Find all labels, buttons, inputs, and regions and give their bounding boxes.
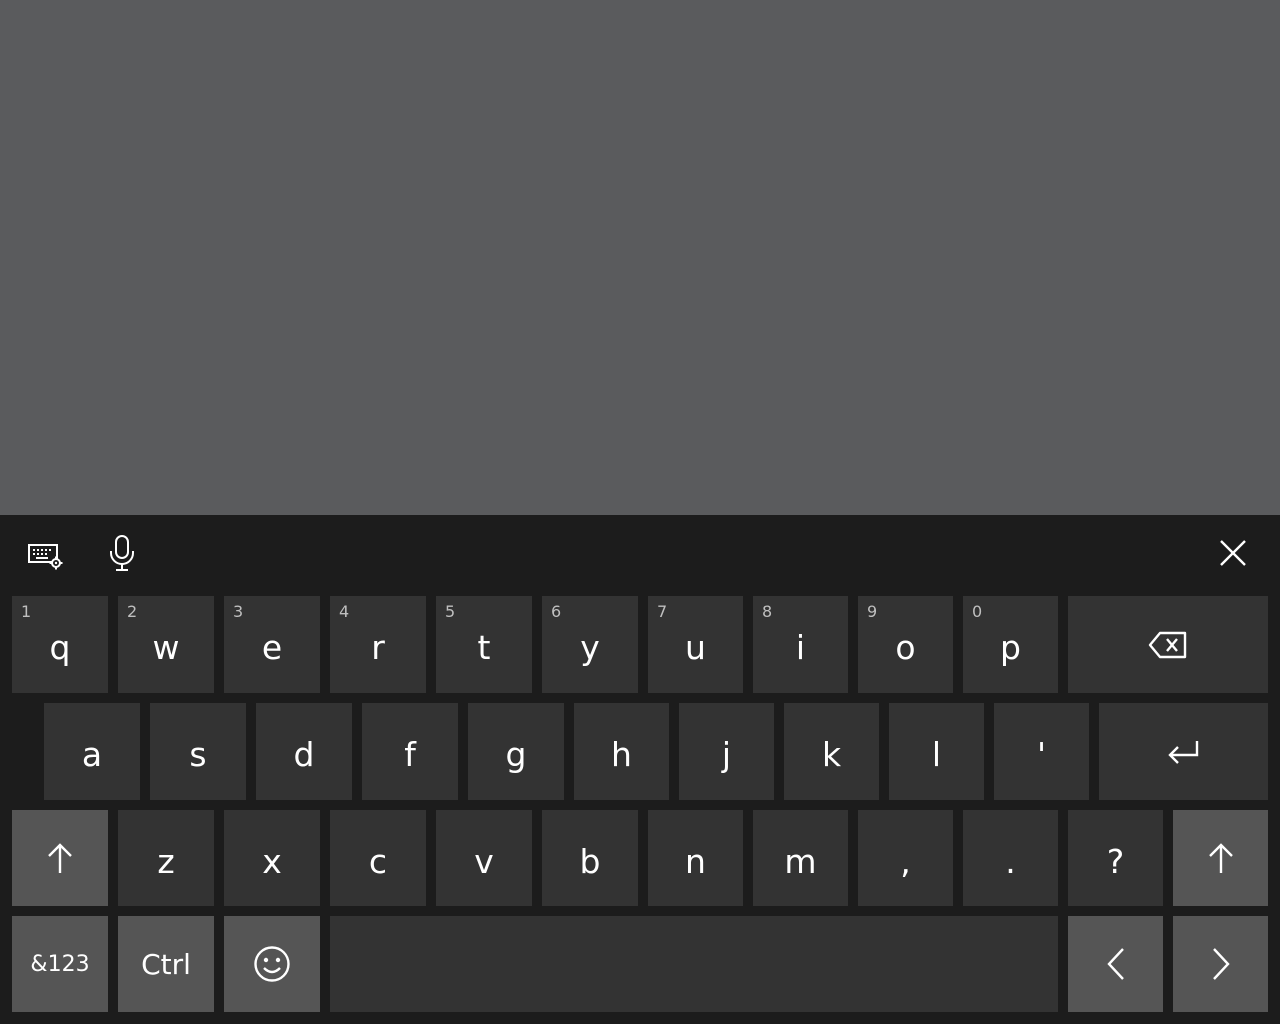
key-a[interactable]: a: [44, 703, 140, 800]
key-sublabel: 1: [21, 602, 32, 621]
key-label: g: [505, 735, 527, 774]
key-f[interactable]: f: [362, 703, 458, 800]
key-t[interactable]: 5 t: [436, 596, 532, 693]
key-label: x: [262, 841, 282, 881]
key-label: l: [931, 735, 942, 774]
key-sublabel: 2: [127, 602, 138, 621]
key-q[interactable]: 1 q: [12, 596, 108, 693]
key-h[interactable]: h: [574, 703, 669, 800]
key-sublabel: 4: [339, 602, 350, 621]
key-x[interactable]: x: [224, 810, 320, 906]
shift-key-left[interactable]: [12, 810, 108, 906]
symbols-key-label: &123: [30, 951, 90, 977]
key-e[interactable]: 3 e: [224, 596, 320, 693]
symbols-key[interactable]: &123: [12, 916, 108, 1012]
key-c[interactable]: c: [330, 810, 426, 906]
key-j[interactable]: j: [679, 703, 774, 800]
keyboard-settings-button[interactable]: [22, 533, 70, 575]
key-label: z: [157, 841, 175, 881]
key-label: ,: [900, 841, 911, 881]
key-label: s: [189, 735, 207, 774]
keyboard-settings-icon: [27, 538, 65, 570]
key-label: h: [611, 735, 632, 774]
key-sublabel: 9: [867, 602, 878, 621]
shift-arrow-icon: [46, 842, 74, 874]
key-g[interactable]: g: [468, 703, 564, 800]
key-label: v: [474, 841, 494, 881]
key-u[interactable]: 7 u: [648, 596, 743, 693]
key-d[interactable]: d: [256, 703, 352, 800]
key-label: t: [477, 628, 491, 667]
microphone-button[interactable]: [100, 531, 144, 575]
key-label: j: [721, 735, 732, 774]
key-label: r: [371, 628, 385, 667]
key-sublabel: 7: [657, 602, 668, 621]
key-period[interactable]: .: [963, 810, 1058, 906]
close-icon: [1219, 539, 1247, 567]
key-label: f: [404, 735, 416, 774]
key-label: a: [81, 735, 103, 774]
key-label: n: [685, 841, 706, 881]
key-label: m: [784, 841, 817, 881]
key-label: ': [1036, 735, 1047, 774]
ctrl-key[interactable]: Ctrl: [118, 916, 214, 1012]
key-label: w: [152, 628, 180, 667]
shift-key-right[interactable]: [1173, 810, 1268, 906]
close-keyboard-button[interactable]: [1212, 533, 1254, 573]
touch-keyboard: 1 q 2 w 3 e 4 r 5 t 6 y 7 u 8 i 9 o 0 p: [0, 515, 1280, 1024]
enter-icon: [1167, 739, 1201, 765]
emoji-key[interactable]: [224, 916, 320, 1012]
key-s[interactable]: s: [150, 703, 246, 800]
key-w[interactable]: 2 w: [118, 596, 214, 693]
key-label: ?: [1106, 841, 1125, 881]
key-label: d: [293, 735, 315, 774]
key-v[interactable]: v: [436, 810, 532, 906]
key-label: .: [1005, 841, 1016, 881]
key-label: y: [580, 628, 600, 667]
space-key[interactable]: [330, 916, 1058, 1012]
key-comma[interactable]: ,: [858, 810, 953, 906]
key-label: i: [795, 628, 806, 667]
enter-key[interactable]: [1099, 703, 1268, 800]
shift-arrow-icon: [1207, 842, 1235, 874]
key-m[interactable]: m: [753, 810, 848, 906]
backspace-key[interactable]: [1068, 596, 1268, 693]
key-sublabel: 3: [233, 602, 244, 621]
key-n[interactable]: n: [648, 810, 743, 906]
key-z[interactable]: z: [118, 810, 214, 906]
key-b[interactable]: b: [542, 810, 638, 906]
key-question[interactable]: ?: [1068, 810, 1163, 906]
left-arrow-key[interactable]: [1068, 916, 1163, 1012]
key-label: e: [261, 628, 283, 667]
key-sublabel: 0: [972, 602, 983, 621]
key-label: o: [895, 628, 916, 667]
key-o[interactable]: 9 o: [858, 596, 953, 693]
right-arrow-key[interactable]: [1173, 916, 1268, 1012]
key-k[interactable]: k: [784, 703, 879, 800]
key-label: k: [821, 735, 842, 774]
smiley-icon: [253, 945, 291, 983]
chevron-right-icon: [1210, 947, 1232, 981]
key-label: c: [368, 841, 388, 881]
key-p[interactable]: 0 p: [963, 596, 1058, 693]
key-sublabel: 8: [762, 602, 773, 621]
key-l[interactable]: l: [889, 703, 984, 800]
key-label: b: [579, 841, 601, 881]
key-r[interactable]: 4 r: [330, 596, 426, 693]
key-sublabel: 5: [445, 602, 456, 621]
key-label: u: [685, 628, 706, 667]
key-label: p: [1000, 628, 1021, 667]
microphone-icon: [108, 534, 136, 572]
key-y[interactable]: 6 y: [542, 596, 638, 693]
app-backdrop: [0, 0, 1280, 515]
ctrl-key-label: Ctrl: [141, 947, 191, 981]
chevron-left-icon: [1105, 947, 1127, 981]
key-sublabel: 6: [551, 602, 562, 621]
key-label: q: [49, 628, 71, 667]
key-i[interactable]: 8 i: [753, 596, 848, 693]
key-apostrophe[interactable]: ': [994, 703, 1089, 800]
backspace-icon: [1148, 630, 1188, 660]
